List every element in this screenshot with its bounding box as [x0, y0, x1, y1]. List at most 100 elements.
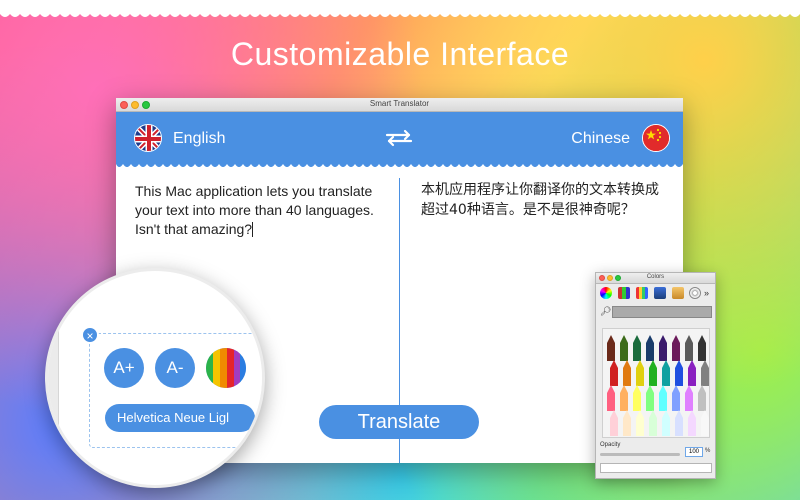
crayon-body[interactable] — [646, 393, 654, 411]
window-title: Smart Translator — [369, 99, 430, 108]
crayon-body[interactable] — [636, 368, 644, 386]
crayon-body[interactable] — [685, 393, 693, 411]
crayon-body[interactable] — [649, 368, 657, 386]
crayon-body[interactable] — [701, 418, 709, 436]
flag-uk-icon[interactable] — [134, 124, 162, 152]
crayon-body[interactable] — [701, 368, 709, 386]
crayon-tip — [662, 360, 670, 368]
flag-china-icon[interactable] — [642, 124, 670, 152]
crayon-tip — [701, 360, 709, 368]
crayon-tip — [659, 335, 667, 343]
crayon-tip — [698, 335, 706, 343]
crayon-body[interactable] — [688, 368, 696, 386]
target-language-selector[interactable]: Chinese — [571, 130, 630, 148]
colors-titlebar: Colors — [596, 273, 715, 284]
crayon-body[interactable] — [610, 418, 618, 436]
more-tools-icon[interactable]: » — [704, 287, 714, 299]
crayon-body[interactable] — [662, 368, 670, 386]
translated-text-area[interactable]: 本机应用程序让你翻译你的文本转换成超过40种语言。是不是很神奇呢？ — [421, 180, 671, 220]
increase-font-button[interactable]: A+ — [104, 348, 144, 388]
color-wheel-icon[interactable] — [600, 287, 612, 299]
rainbow-palette-icon — [206, 348, 246, 388]
colors-search: 🔎︎ — [600, 306, 712, 318]
crayon-body[interactable] — [672, 393, 680, 411]
crayon-body[interactable] — [649, 418, 657, 436]
crayon-body[interactable] — [620, 343, 628, 361]
crayon-body[interactable] — [662, 418, 670, 436]
colors-toolbar: » — [596, 284, 715, 304]
colors-title: Colors — [646, 274, 665, 280]
crayon-body[interactable] — [607, 343, 615, 361]
crayon-tip — [636, 360, 644, 368]
window-edge — [48, 331, 59, 485]
crayon-tip — [701, 410, 709, 418]
color-palettes-icon[interactable] — [636, 287, 648, 299]
translate-button[interactable]: Translate — [319, 405, 479, 439]
crayon-tip — [610, 410, 618, 418]
crayon-body[interactable] — [659, 393, 667, 411]
opacity-label: Opacity — [600, 442, 621, 448]
crayon-body[interactable] — [633, 393, 641, 411]
crayon-body[interactable] — [636, 418, 644, 436]
magnifier-callout: × A+ A- Helvetica Neue Ligl — [45, 268, 265, 488]
crayon-body[interactable] — [623, 368, 631, 386]
crayon-body[interactable] — [646, 343, 654, 361]
crayon-body[interactable] — [607, 393, 615, 411]
crayon-body[interactable] — [675, 418, 683, 436]
color-theme-button[interactable] — [206, 348, 246, 388]
crayons-icon[interactable] — [672, 287, 684, 299]
crayon-tip — [685, 385, 693, 393]
opacity-value-field[interactable]: 100 — [685, 447, 703, 457]
crayon-tip — [633, 335, 641, 343]
crayon-tip — [633, 385, 641, 393]
crayon-tip — [659, 385, 667, 393]
font-selector[interactable]: Helvetica Neue Ligl — [105, 404, 255, 432]
crayon-body[interactable] — [698, 393, 706, 411]
image-palettes-icon[interactable] — [654, 287, 666, 299]
decorative-zigzag-border — [0, 0, 800, 17]
crayon-tip — [649, 360, 657, 368]
swap-languages-icon[interactable] — [384, 128, 414, 148]
crayon-body[interactable] — [698, 343, 706, 361]
close-panel-button[interactable]: × — [81, 326, 99, 344]
crayon-tip — [685, 335, 693, 343]
crayon-tip — [688, 410, 696, 418]
crayon-tip — [675, 360, 683, 368]
crayon-body[interactable] — [610, 368, 618, 386]
crayon-tip — [646, 335, 654, 343]
crayon-tip — [607, 385, 615, 393]
crayon-tip — [662, 410, 670, 418]
swatch-well[interactable] — [600, 463, 712, 473]
crayon-body[interactable] — [675, 368, 683, 386]
crayon-tip — [636, 410, 644, 418]
language-bar: English Chinese — [116, 112, 683, 167]
crayon-tip — [688, 360, 696, 368]
crayon-tip — [620, 385, 628, 393]
crayon-body[interactable] — [685, 343, 693, 361]
crayon-body[interactable] — [633, 343, 641, 361]
crayon-tip — [672, 335, 680, 343]
language-bar-zigzag — [116, 162, 683, 167]
colors-panel: Colors » 🔎︎ Opacity 100 % — [595, 272, 716, 479]
colors-search-field[interactable] — [612, 306, 712, 318]
crayon-body[interactable] — [623, 418, 631, 436]
source-language-selector[interactable]: English — [173, 130, 225, 148]
crayon-tip — [607, 335, 615, 343]
crayon-box[interactable] — [602, 328, 710, 438]
crayon-tip — [623, 410, 631, 418]
crayon-body[interactable] — [659, 343, 667, 361]
decrease-font-button[interactable]: A- — [155, 348, 195, 388]
search-icon: 🔎︎ — [600, 306, 612, 316]
window-titlebar: Smart Translator — [116, 98, 683, 112]
color-sliders-icon[interactable] — [618, 287, 630, 299]
text-caret — [252, 222, 254, 237]
crayon-body[interactable] — [672, 343, 680, 361]
crayon-body[interactable] — [688, 418, 696, 436]
opacity-slider[interactable] — [600, 453, 680, 456]
crayon-body[interactable] — [620, 393, 628, 411]
crayon-tip — [610, 360, 618, 368]
crayon-tip — [698, 385, 706, 393]
source-text: This Mac application lets you translate … — [135, 183, 374, 237]
color-picker-icon[interactable] — [689, 287, 701, 299]
source-text-area[interactable]: This Mac application lets you translate … — [135, 182, 390, 239]
